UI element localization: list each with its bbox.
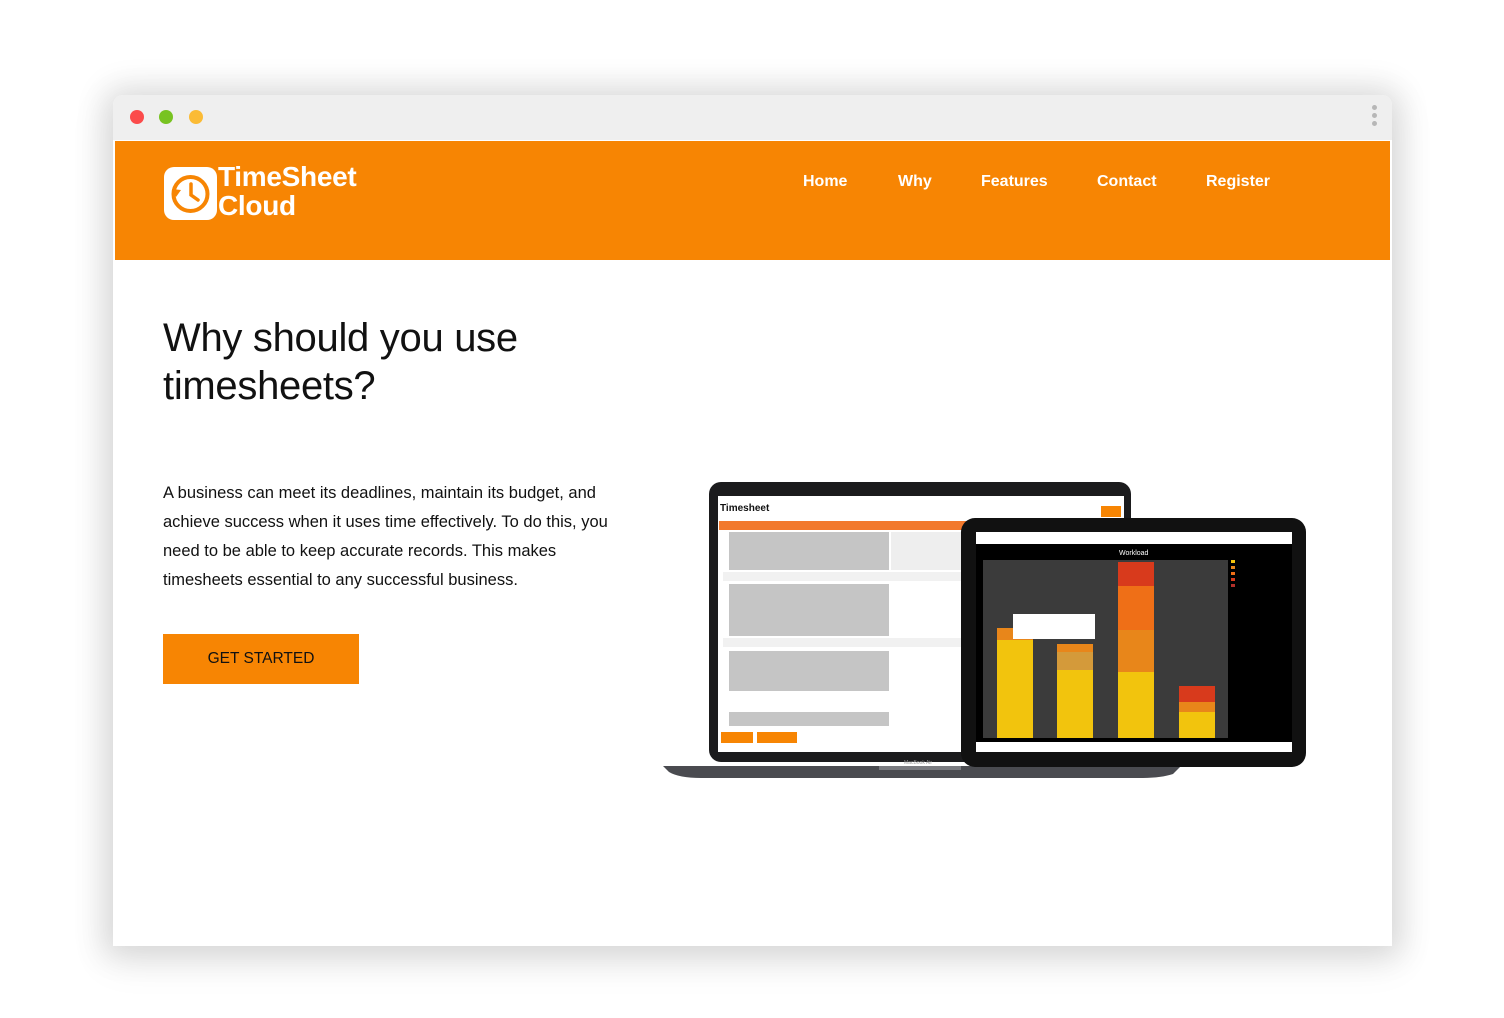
get-started-button[interactable]: GET STARTED (163, 634, 359, 684)
laptop-app-title: Timesheet (720, 503, 770, 514)
nav-why[interactable]: Why (898, 173, 932, 191)
nav-contact[interactable]: Contact (1097, 173, 1157, 191)
close-window-button[interactable] (130, 110, 144, 124)
site-logo[interactable]: TimeSheet Cloud (164, 162, 384, 222)
laptop-brand-label: MacBook Air (904, 760, 932, 766)
minimize-window-button[interactable] (189, 110, 203, 124)
browser-window: TimeSheet Cloud Home Why Features Contac… (113, 95, 1392, 946)
nav-home[interactable]: Home (803, 173, 847, 191)
page-title: Why should you use timesheets? (163, 316, 518, 408)
maximize-window-button[interactable] (159, 110, 173, 124)
tablet-chart-title: Workload (1119, 550, 1149, 557)
hero-description: A business can meet its deadlines, maint… (163, 484, 608, 589)
browser-titlebar (113, 95, 1392, 140)
more-options-icon[interactable] (1370, 105, 1378, 131)
device-mockup-image: Timesheet MacBook Air Workload (661, 480, 1311, 780)
nav-register[interactable]: Register (1206, 173, 1270, 191)
site-header: TimeSheet Cloud Home Why Features Contac… (115, 141, 1390, 260)
nav-features[interactable]: Features (981, 173, 1048, 191)
brand-name: TimeSheet Cloud (218, 161, 357, 221)
clock-history-icon (164, 167, 217, 220)
